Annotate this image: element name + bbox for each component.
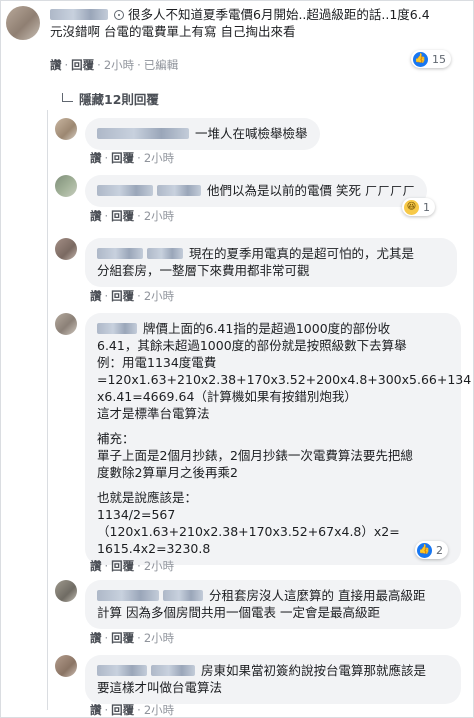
timestamp[interactable]: 2小時	[144, 151, 174, 165]
like-button[interactable]: 讚	[90, 209, 102, 223]
comment-text-line: 補充：	[97, 431, 135, 446]
like-button[interactable]: 讚	[90, 289, 102, 303]
reply-button[interactable]: 回覆	[111, 631, 134, 645]
avatar[interactable]	[55, 238, 77, 260]
comment-text-line: 牌價上面的6.41指的是超過1000度的部份收	[143, 321, 391, 336]
comment-text-line: 要這樣才叫做台電算法	[97, 680, 223, 695]
reply: 他們以為是以前的電價 笑死 ㄏㄏㄏㄏ	[55, 175, 427, 207]
comment-actions: 讚 · 回覆 · 2小時	[90, 559, 175, 573]
timestamp[interactable]: 2小時	[144, 631, 174, 645]
comment-text-line: 6.41，其餘未超過1000度的部份就是按照級數下去算舉	[97, 338, 407, 353]
avatar[interactable]	[55, 655, 77, 677]
reply: 一堆人在喊檢舉檢舉	[55, 118, 320, 150]
shield-icon	[114, 10, 124, 20]
avatar[interactable]	[6, 6, 40, 40]
commenter-name[interactable]	[97, 185, 153, 196]
hidden-replies-toggle[interactable]: 隱藏12則回覆	[62, 89, 159, 108]
timestamp[interactable]: 2小時	[144, 703, 174, 717]
comment-text-line: 1615.4x2=3230.8	[97, 541, 211, 556]
reply-button[interactable]: 回覆	[111, 289, 134, 303]
comment-text-line: 這才是標準台電算法	[97, 406, 210, 421]
commenter-name[interactable]	[97, 128, 189, 139]
comment-text-line: 分租套房沒人這麼算的 直接用最高級距	[209, 588, 426, 603]
like-icon: 👍	[413, 51, 428, 67]
avatar[interactable]	[55, 175, 77, 197]
comment-text-line: （120x1.63+210x2.38+170x3.52+67x4.8）x2=	[97, 524, 400, 539]
commenter-name[interactable]	[151, 665, 195, 676]
hidden-replies-label: 隱藏12則回覆	[79, 92, 159, 107]
comment-text-line: 單子上面是2個月抄錶，2個月抄錶一次電費算法要先把總	[97, 448, 413, 463]
avatar[interactable]	[55, 313, 77, 335]
reaction-count: 2	[436, 543, 443, 557]
timestamp[interactable]: 2小時	[144, 209, 174, 223]
comment-bubble: 一堆人在喊檢舉檢舉	[85, 118, 320, 150]
comment-bubble: 他們以為是以前的電價 笑死 ㄏㄏㄏㄏ	[85, 175, 427, 207]
timestamp[interactable]: 2小時	[144, 559, 174, 573]
reply: 現在的夏季用電真的是超可怕的，尤其是 分組套房，一整層下來費用都非常可觀	[55, 238, 457, 287]
comment-text-line: =120x1.63+210x2.38+170x3.52+200x4.8+300x…	[97, 372, 472, 387]
comment-thread: 很多人不知道夏季電價6月開始..超過級距的話..1度6.4 元沒錯啊 台電的電費…	[0, 0, 474, 718]
timestamp[interactable]: 2小時	[104, 58, 134, 72]
comment-text-line: 他們以為是以前的電價 笑死 ㄏㄏㄏㄏ	[207, 183, 415, 198]
commenter-name[interactable]	[97, 665, 147, 676]
reaction-count-badge[interactable]: 😆 1	[402, 198, 435, 216]
comment-actions: 讚 · 回覆 · 2小時 · 已編輯	[50, 58, 179, 72]
reply: 牌價上面的6.41指的是超過1000度的部份收 6.41，其餘未超過1000度的…	[55, 313, 472, 565]
reply-button[interactable]: 回覆	[111, 151, 134, 165]
reply-button[interactable]: 回覆	[71, 58, 94, 72]
comment-text-line: 分組套房，一整層下來費用都非常可觀	[97, 263, 310, 278]
reply-button[interactable]: 回覆	[111, 703, 134, 717]
comment-text-line: 計算 因為多個房間共用一個電表 一定會是最高級距	[97, 605, 380, 620]
comment-bubble: 現在的夏季用電真的是超可怕的，尤其是 分組套房，一整層下來費用都非常可觀	[85, 238, 457, 287]
top-comment: 很多人不知道夏季電價6月開始..超過級距的話..1度6.4 元沒錯啊 台電的電費…	[6, 6, 470, 40]
comment-text-line: 元沒錯啊 台電的電費單上有寫 自己掏出來看	[50, 24, 296, 39]
edited-label[interactable]: 已編輯	[144, 58, 179, 72]
avatar[interactable]	[55, 118, 77, 140]
comment-text-line: 很多人不知道夏季電價6月開始..超過級距的話..1度6.4	[128, 7, 430, 22]
reaction-count: 15	[432, 52, 446, 66]
like-button[interactable]: 讚	[90, 631, 102, 645]
comment-text-line: 度數除2算單月之後再乘2	[97, 465, 238, 480]
commenter-name[interactable]	[50, 9, 108, 20]
comment-text-line: 例：用電1134度電費	[97, 355, 217, 370]
comment-text-line: 也就是說應該是：	[97, 490, 198, 505]
like-button[interactable]: 讚	[90, 151, 102, 165]
thread-line	[47, 110, 48, 710]
commenter-name[interactable]	[157, 185, 201, 196]
comment-actions: 讚 · 回覆 · 2小時	[90, 631, 175, 645]
like-button[interactable]: 讚	[50, 58, 62, 72]
comment-actions: 讚 · 回覆 · 2小時	[90, 209, 175, 223]
haha-icon: 😆	[404, 199, 419, 215]
comment-text-line: 一堆人在喊檢舉檢舉	[195, 126, 308, 141]
comment-text-line: 房東如果當初簽約說按台電算那就應該是	[201, 663, 427, 678]
like-button[interactable]: 讚	[90, 559, 102, 573]
reply-button[interactable]: 回覆	[111, 559, 134, 573]
comment-bubble: 房東如果當初簽約說按台電算那就應該是 要這樣才叫做台電算法	[85, 655, 461, 704]
commenter-name[interactable]	[97, 248, 143, 259]
like-button[interactable]: 讚	[90, 703, 102, 717]
commenter-name[interactable]	[163, 590, 203, 601]
comment-body: 很多人不知道夏季電價6月開始..超過級距的話..1度6.4 元沒錯啊 台電的電費…	[50, 6, 470, 40]
comment-text-line: 現在的夏季用電真的是超可怕的，尤其是	[189, 246, 415, 261]
reaction-count: 1	[423, 200, 430, 214]
comment-bubble: 分租套房沒人這麼算的 直接用最高級距 計算 因為多個房間共用一個電表 一定會是最…	[85, 580, 461, 629]
timestamp[interactable]: 2小時	[144, 289, 174, 303]
commenter-name[interactable]	[97, 590, 159, 601]
reaction-count-badge[interactable]: 👍 2	[415, 541, 448, 559]
like-icon: 👍	[417, 542, 432, 558]
comment-actions: 讚 · 回覆 · 2小時	[90, 703, 175, 717]
reply: 分租套房沒人這麼算的 直接用最高級距 計算 因為多個房間共用一個電表 一定會是最…	[55, 580, 461, 629]
comment-text-line: 1134/2=567	[97, 507, 176, 522]
commenter-name[interactable]	[147, 248, 183, 259]
comment-actions: 讚 · 回覆 · 2小時	[90, 151, 175, 165]
reply: 房東如果當初簽約說按台電算那就應該是 要這樣才叫做台電算法	[55, 655, 461, 704]
comment-text-line: x6.41=4669.64（計算機如果有按錯別炮我）	[97, 389, 357, 404]
comment-actions: 讚 · 回覆 · 2小時	[90, 289, 175, 303]
commenter-name[interactable]	[97, 323, 137, 334]
avatar[interactable]	[55, 580, 77, 602]
reply-button[interactable]: 回覆	[111, 209, 134, 223]
reaction-count-badge[interactable]: 👍 15	[411, 50, 451, 68]
reply-arrow-icon	[62, 92, 73, 102]
comment-bubble: 牌價上面的6.41指的是超過1000度的部份收 6.41，其餘未超過1000度的…	[85, 313, 472, 565]
